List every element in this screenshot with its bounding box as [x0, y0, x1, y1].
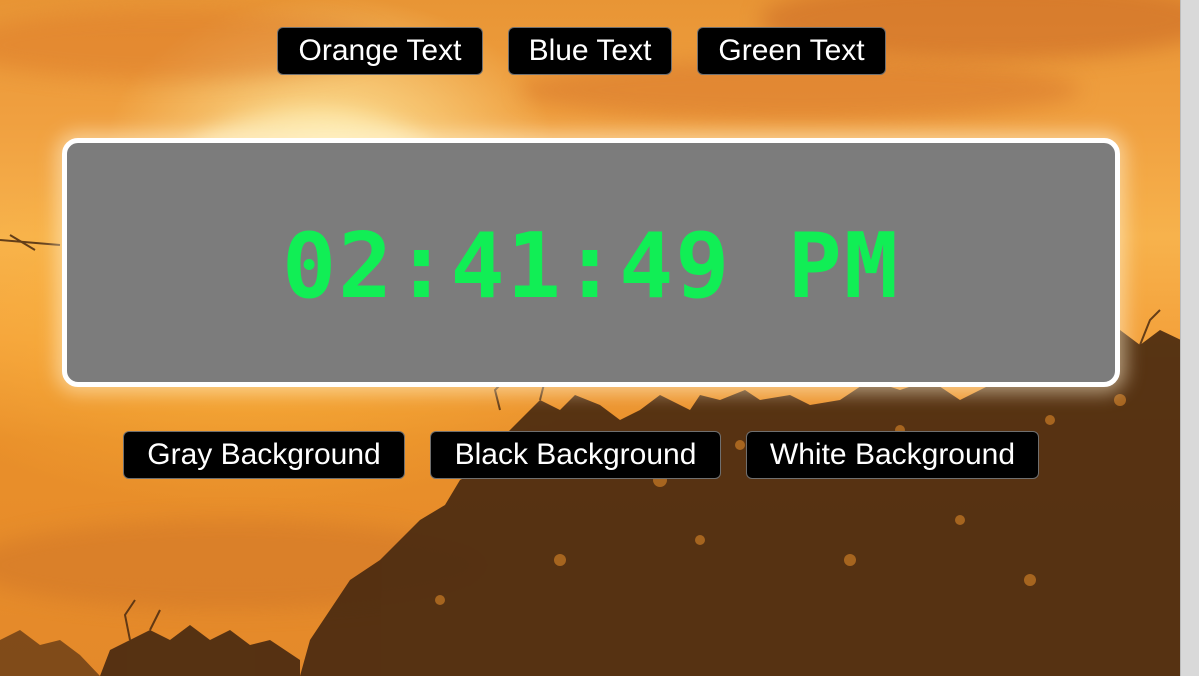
clock-time: 02:41:49 PM — [281, 214, 901, 319]
clock-display-panel: 02:41:49 PM — [62, 138, 1120, 387]
vertical-scrollbar[interactable] — [1180, 0, 1199, 676]
gray-background-button[interactable]: Gray Background — [123, 431, 405, 479]
orange-text-button[interactable]: Orange Text — [277, 27, 483, 75]
blue-text-button[interactable]: Blue Text — [508, 27, 672, 75]
green-text-button[interactable]: Green Text — [697, 27, 886, 75]
black-background-button[interactable]: Black Background — [430, 431, 721, 479]
white-background-button[interactable]: White Background — [746, 431, 1039, 479]
